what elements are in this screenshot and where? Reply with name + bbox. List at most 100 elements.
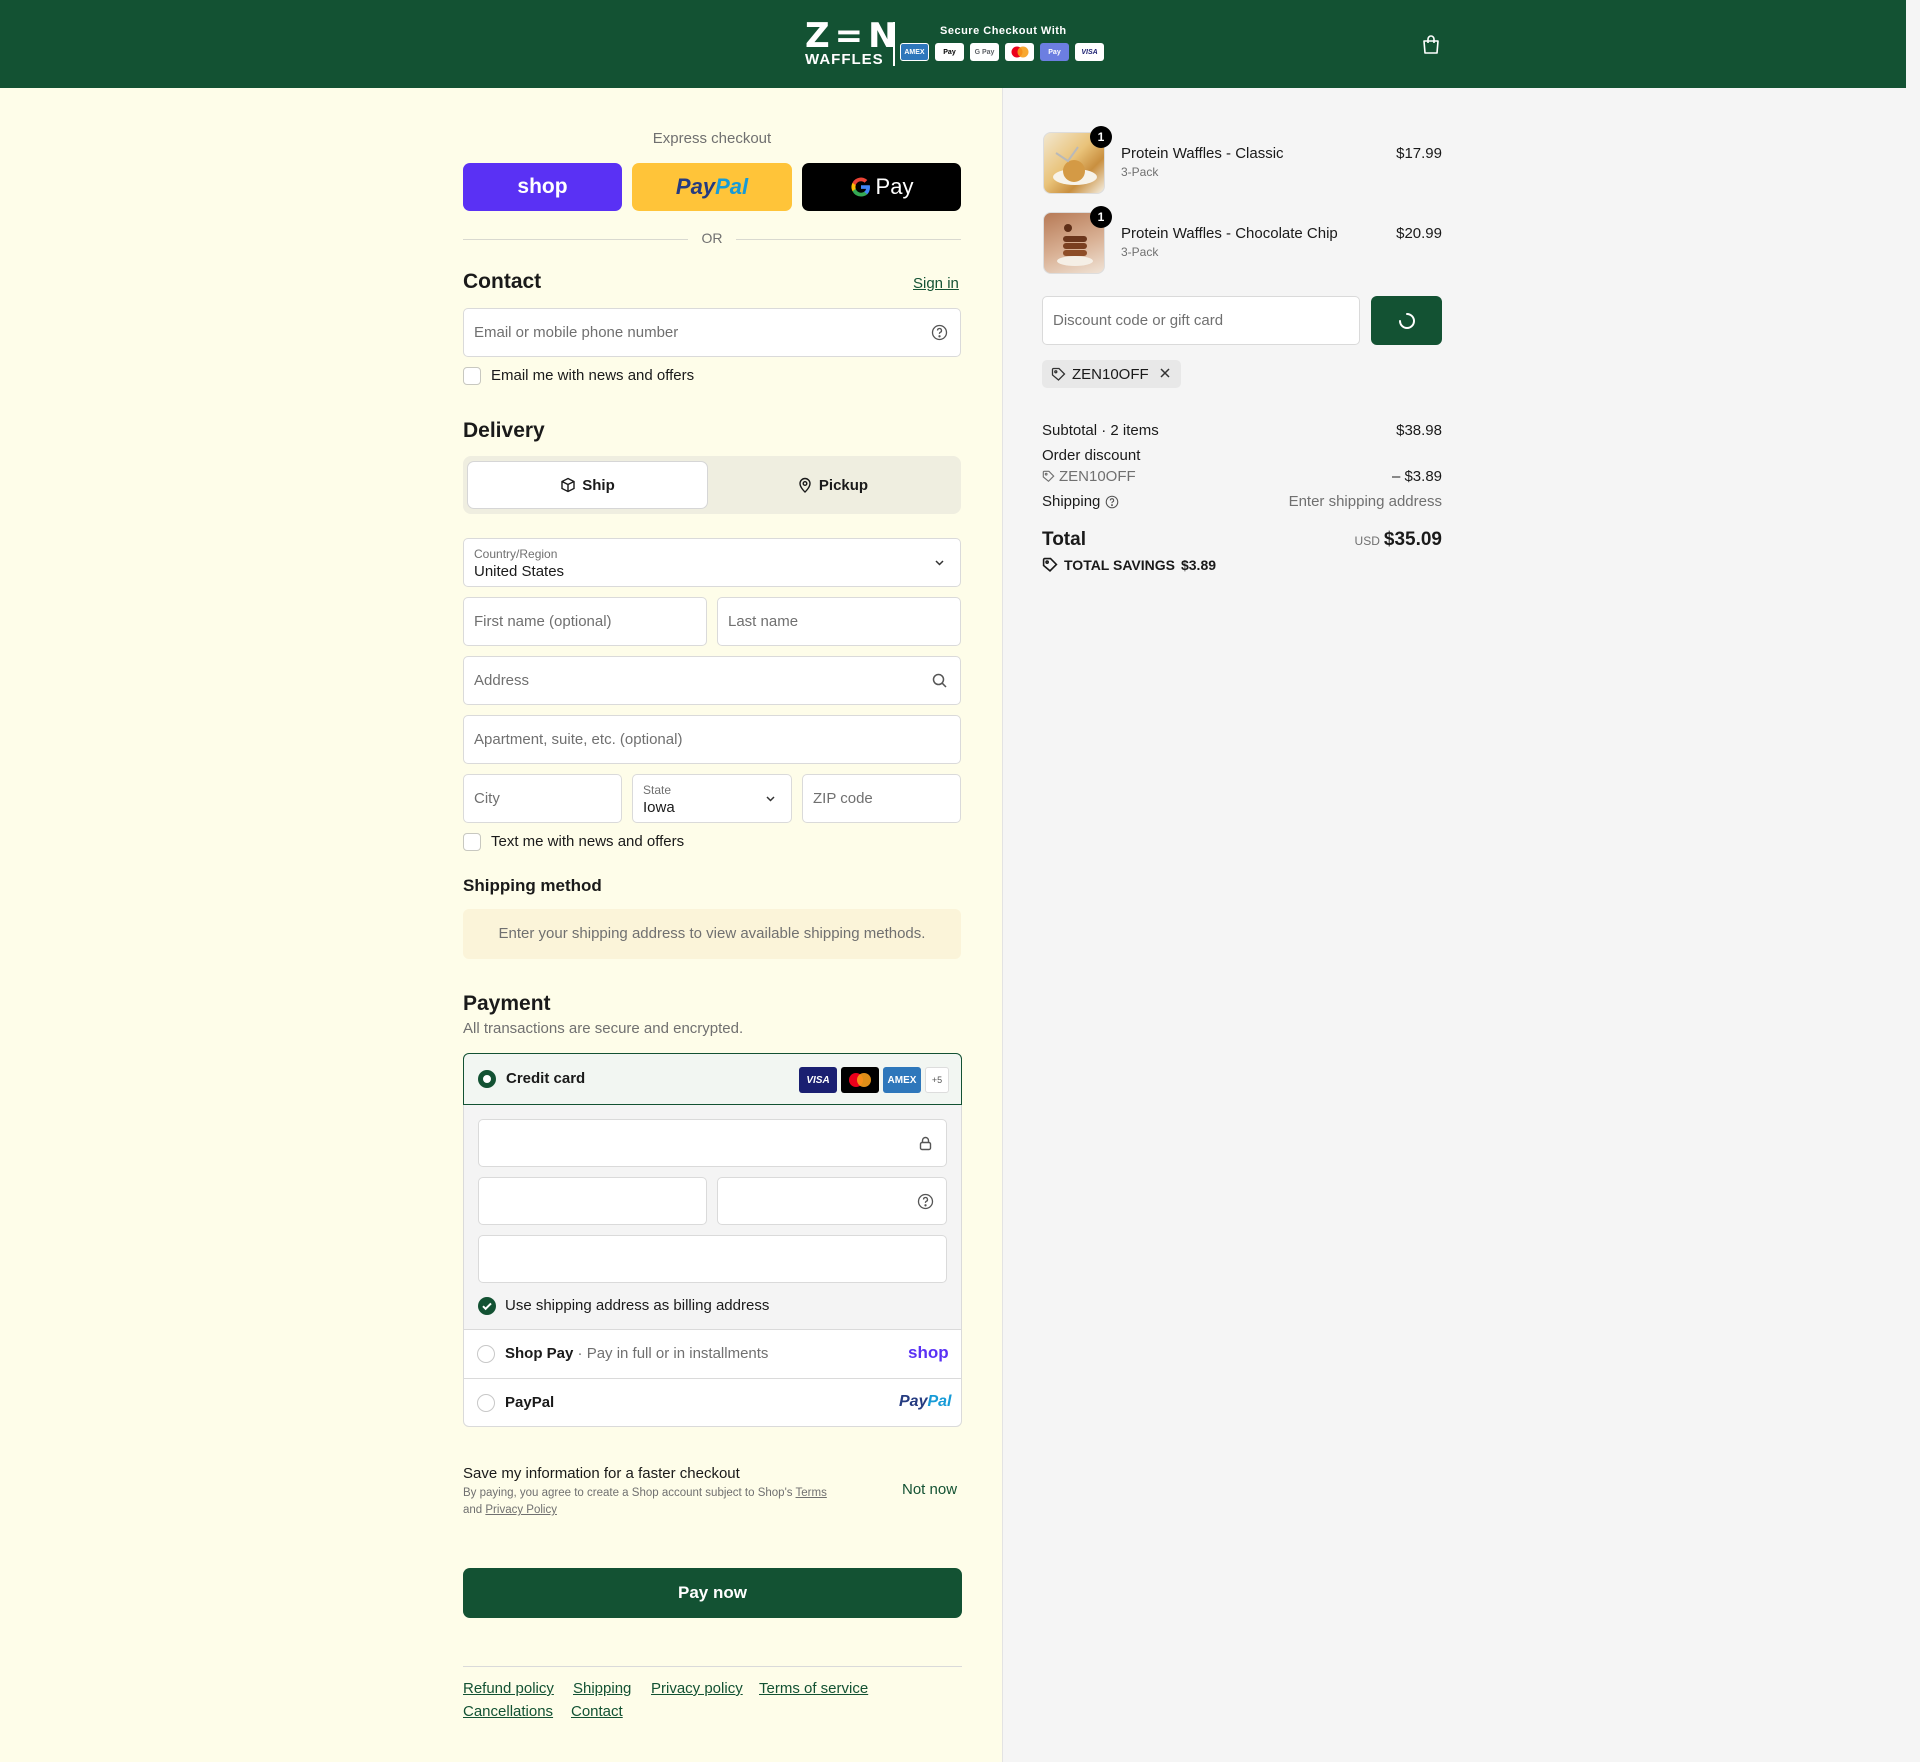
total-amount: USD $35.09 bbox=[1292, 529, 1442, 551]
email-field[interactable]: Email or mobile phone number bbox=[463, 308, 961, 357]
visa-badge: VISA bbox=[799, 1067, 837, 1093]
not-now-button[interactable]: Not now bbox=[902, 1481, 957, 1498]
apartment-field[interactable]: Apartment, suite, etc. (optional) bbox=[463, 715, 961, 764]
zip-field[interactable]: ZIP code bbox=[802, 774, 961, 823]
paypal-label: PayPal bbox=[505, 1394, 555, 1411]
shop-pay-label: Shop Pay bbox=[505, 1345, 574, 1362]
site-header: Z=N WAFFLES Secure Checkout With AMEX Pa… bbox=[0, 0, 1906, 88]
save-info-legal: By paying, you agree to create a Shop ac… bbox=[463, 1487, 827, 1516]
quantity-badge: 1 bbox=[1090, 206, 1112, 228]
ship-label: Ship bbox=[582, 476, 615, 494]
name-on-card-field[interactable] bbox=[478, 1235, 947, 1283]
sign-in-link[interactable]: Sign in bbox=[913, 275, 959, 292]
package-icon bbox=[561, 477, 575, 493]
mastercard-badge bbox=[841, 1067, 879, 1093]
credit-card-radio[interactable] bbox=[478, 1070, 496, 1088]
refund-policy-link[interactable]: Refund policy bbox=[463, 1680, 554, 1697]
last-name-field[interactable]: Last name bbox=[717, 597, 961, 646]
cancellations-link[interactable]: Cancellations bbox=[463, 1703, 553, 1720]
item-variant: 3-Pack bbox=[1121, 245, 1159, 259]
visa-icon: VISA bbox=[1075, 43, 1104, 61]
credit-card-option[interactable]: Credit card VISA AMEX +5 bbox=[463, 1053, 962, 1105]
apply-discount-button[interactable] bbox=[1371, 296, 1442, 345]
amex-icon: AMEX bbox=[900, 43, 929, 61]
google-pay-express-button[interactable]: Pay bbox=[802, 163, 961, 211]
footer-divider bbox=[463, 1666, 962, 1667]
security-code-field[interactable] bbox=[717, 1177, 947, 1225]
contact-link[interactable]: Contact bbox=[571, 1703, 623, 1720]
total-label: Total bbox=[1042, 529, 1086, 550]
ship-option[interactable]: Ship bbox=[467, 461, 708, 509]
state-select[interactable]: State Iowa bbox=[632, 774, 792, 823]
state-value: Iowa bbox=[643, 799, 675, 816]
expiration-field[interactable] bbox=[478, 1177, 707, 1225]
tag-icon bbox=[1042, 557, 1058, 572]
shop-terms-link[interactable]: Terms bbox=[796, 1487, 827, 1499]
search-icon bbox=[931, 672, 948, 689]
item-name: Protein Waffles - Chocolate Chip bbox=[1121, 225, 1338, 242]
paypal-radio[interactable] bbox=[477, 1394, 495, 1412]
card-number-field[interactable] bbox=[478, 1119, 947, 1167]
pickup-option[interactable]: Pickup bbox=[708, 461, 957, 509]
check-icon bbox=[482, 1302, 492, 1311]
country-select[interactable]: Country/Region United States bbox=[463, 538, 961, 587]
email-news-checkbox[interactable] bbox=[463, 367, 481, 385]
mastercard-icon bbox=[1005, 43, 1034, 61]
help-circle-icon[interactable] bbox=[1105, 495, 1119, 509]
text-news-checkbox[interactable] bbox=[463, 833, 481, 851]
terms-of-service-link[interactable]: Terms of service bbox=[759, 1680, 868, 1697]
chevron-down-icon bbox=[762, 790, 779, 807]
chevron-down-icon bbox=[931, 554, 948, 571]
item-price: $20.99 bbox=[1396, 225, 1442, 242]
loading-spinner-icon bbox=[1398, 312, 1415, 329]
shop-pay-radio[interactable] bbox=[477, 1345, 495, 1363]
contact-heading: Contact bbox=[463, 270, 542, 293]
subtotal-label: Subtotal · 2 items bbox=[1042, 422, 1159, 439]
shipping-link[interactable]: Shipping bbox=[573, 1680, 631, 1697]
paypal-option[interactable]: PayPal PayPal bbox=[464, 1379, 961, 1426]
paypal-logo: PayPal bbox=[899, 1393, 952, 1410]
apple-pay-icon: Pay bbox=[935, 43, 964, 61]
email-news-label: Email me with news and offers bbox=[491, 367, 695, 384]
order-discount-value: – $3.89 bbox=[1391, 468, 1442, 485]
billing-same-checkbox[interactable] bbox=[478, 1297, 496, 1315]
privacy-policy-link[interactable]: Privacy policy bbox=[651, 1680, 743, 1697]
google-pay-icon: G Pay bbox=[970, 43, 999, 61]
shop-pay-express-button[interactable]: shop bbox=[463, 163, 622, 211]
help-circle-icon[interactable] bbox=[931, 324, 948, 341]
brand-logo-top: Z=N bbox=[805, 16, 902, 56]
more-cards-badge: +5 bbox=[925, 1067, 949, 1093]
shipping-method-info: Enter your shipping address to view avai… bbox=[463, 909, 961, 959]
city-field[interactable]: City bbox=[463, 774, 622, 823]
or-label: OR bbox=[701, 230, 723, 246]
tag-icon bbox=[1042, 470, 1055, 483]
order-discount-code: ZEN10OFF bbox=[1042, 468, 1136, 485]
gpay-label: Pay bbox=[875, 174, 914, 199]
shopping-bag-icon[interactable] bbox=[1420, 34, 1442, 56]
total-savings: TOTAL SAVINGS $3.89 bbox=[1042, 557, 1216, 573]
total-value: $35.09 bbox=[1383, 529, 1442, 550]
paypal-express-button[interactable]: Pay Pal bbox=[632, 163, 792, 211]
pay-now-button[interactable]: Pay now bbox=[463, 1568, 962, 1618]
zip-placeholder: ZIP code bbox=[813, 790, 873, 807]
samsung-pay-icon: Pay bbox=[1040, 43, 1069, 61]
discount-code-field[interactable]: Discount code or gift card bbox=[1042, 296, 1360, 345]
header-payment-icons: AMEX Pay G Pay Pay VISA bbox=[900, 43, 1104, 61]
applied-discount-code: ZEN10OFF bbox=[1072, 365, 1149, 383]
remove-discount-icon[interactable] bbox=[1159, 366, 1171, 383]
address-placeholder: Address bbox=[474, 672, 530, 689]
first-name-placeholder: First name (optional) bbox=[474, 613, 612, 630]
shop-privacy-link[interactable]: Privacy Policy bbox=[485, 1504, 557, 1516]
shop-pay-option[interactable]: Shop Pay · Pay in full or in installment… bbox=[464, 1330, 961, 1378]
help-circle-icon[interactable] bbox=[917, 1193, 934, 1210]
pickup-label: Pickup bbox=[818, 476, 869, 494]
first-name-field[interactable]: First name (optional) bbox=[463, 597, 707, 646]
tag-icon bbox=[1051, 367, 1066, 381]
amex-badge: AMEX bbox=[883, 1067, 921, 1093]
shop-pay-logo: shop bbox=[908, 1343, 949, 1362]
brand-logo[interactable]: Z=N WAFFLES bbox=[805, 16, 902, 68]
shipping-row-label: Shipping bbox=[1042, 493, 1119, 510]
last-name-placeholder: Last name bbox=[728, 613, 799, 630]
address-field[interactable]: Address bbox=[463, 656, 961, 705]
item-variant: 3-Pack bbox=[1121, 165, 1159, 179]
